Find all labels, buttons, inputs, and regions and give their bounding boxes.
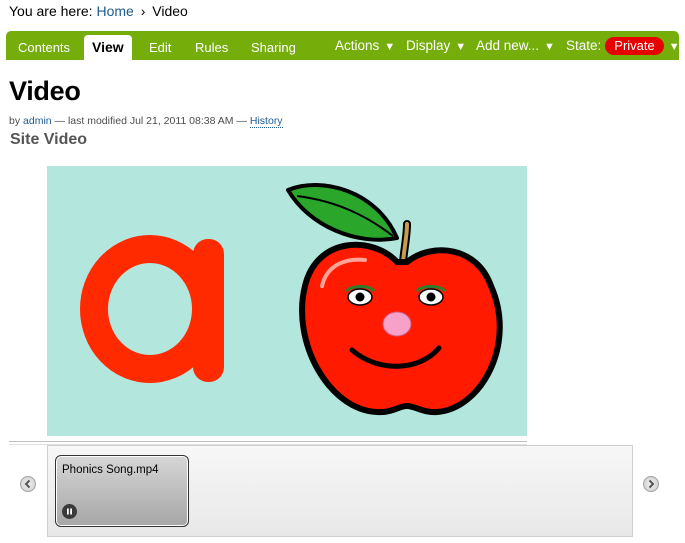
chevron-right-icon xyxy=(648,479,655,489)
pause-button[interactable] xyxy=(62,504,77,519)
page-title: Video xyxy=(9,76,81,106)
edit-bar: Contents View Edit Rules Sharing Actions… xyxy=(6,31,680,60)
pause-icon xyxy=(67,508,72,515)
actions-menu[interactable]: Actions ▼ xyxy=(335,38,395,53)
breadcrumb: You are here: Home › Video xyxy=(9,3,188,19)
tab-rules[interactable]: Rules xyxy=(195,40,228,55)
add-new-menu-label: Add new... xyxy=(476,38,540,53)
byline-modified: — last modified Jul 21, 2011 08:38 AM — xyxy=(54,115,247,127)
byline-by: by xyxy=(9,115,21,127)
tab-sharing[interactable]: Sharing xyxy=(251,40,296,55)
document-description: Site Video xyxy=(10,131,88,148)
carousel-next-button[interactable] xyxy=(643,476,659,492)
document-byline: by admin — last modified Jul 21, 2011 08… xyxy=(9,115,283,128)
history-link[interactable]: History xyxy=(249,115,283,128)
video-player[interactable] xyxy=(47,166,527,436)
add-new-menu[interactable]: Add new... ▼ xyxy=(476,38,555,53)
breadcrumb-current: Video xyxy=(152,3,188,19)
state-badge: Private xyxy=(605,37,664,55)
chevron-down-icon: ▼ xyxy=(668,41,680,53)
tab-view[interactable]: View xyxy=(84,35,132,60)
tab-contents[interactable]: Contents xyxy=(18,40,70,55)
tab-edit[interactable]: Edit xyxy=(149,40,171,55)
display-menu-label: Display xyxy=(406,38,451,53)
state-menu[interactable]: State: Private ▼ xyxy=(566,37,680,55)
display-menu[interactable]: Display ▼ xyxy=(406,38,466,53)
playlist-item-title: Phonics Song.mp4 xyxy=(62,464,159,476)
breadcrumb-separator: › xyxy=(140,3,146,19)
state-label: State: xyxy=(566,38,602,53)
actions-menu-label: Actions xyxy=(335,38,380,53)
playlist-item[interactable]: Phonics Song.mp4 xyxy=(55,455,189,527)
chevron-down-icon: ▼ xyxy=(384,41,396,53)
chevron-down-icon: ▼ xyxy=(455,41,467,53)
chevron-down-icon: ▼ xyxy=(544,41,555,53)
author-link[interactable]: admin xyxy=(23,115,52,127)
video-frame-illustration xyxy=(47,166,527,436)
carousel-prev-button[interactable] xyxy=(20,476,36,492)
chevron-left-icon xyxy=(24,479,31,489)
breadcrumb-home-link[interactable]: Home xyxy=(96,3,133,19)
breadcrumb-prefix: You are here: xyxy=(9,3,93,19)
